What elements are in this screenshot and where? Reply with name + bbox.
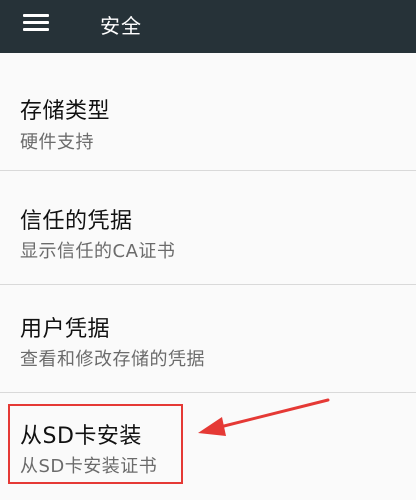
- list-item-storage-type[interactable]: 存储类型 硬件支持: [0, 53, 416, 171]
- list-item-trusted-credentials[interactable]: 信任的凭据 显示信任的CA证书: [0, 171, 416, 285]
- list-item-subtitle: 查看和修改存储的凭据: [20, 349, 205, 370]
- page-title: 安全: [100, 14, 142, 38]
- toolbar: 安全: [0, 0, 416, 53]
- security-settings-screen: 安全 存储类型 硬件支持 信任的凭据 显示信任的CA证书 用户凭据 查看和修改存…: [0, 0, 416, 500]
- list-item-title: 信任的凭据: [20, 209, 133, 234]
- list-item-subtitle: 显示信任的CA证书: [20, 241, 176, 262]
- menu-button[interactable]: [16, 8, 56, 38]
- list-item-subtitle: 硬件支持: [20, 132, 94, 153]
- list-item-user-credentials[interactable]: 用户凭据 查看和修改存储的凭据: [0, 285, 416, 393]
- highlight-box-annotation: [8, 404, 183, 484]
- list-item-title: 存储类型: [20, 99, 111, 124]
- hamburger-menu-icon: [23, 14, 49, 32]
- list-item-title: 用户凭据: [20, 317, 111, 342]
